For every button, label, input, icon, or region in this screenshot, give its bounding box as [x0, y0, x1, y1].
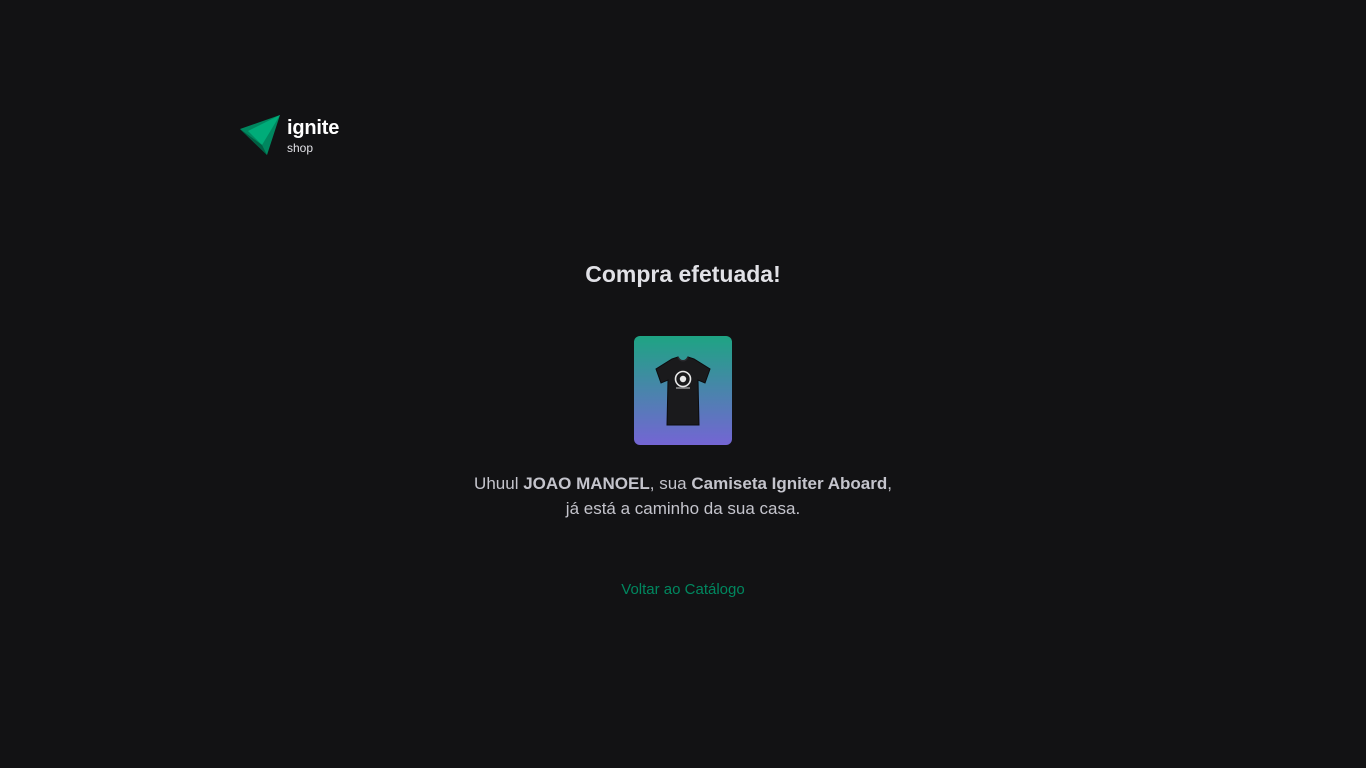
- message-middle: , sua: [649, 474, 692, 493]
- message-suffix: ,: [887, 474, 892, 493]
- header: ignite shop: [240, 115, 339, 157]
- message-line2: já está a caminho da sua casa.: [565, 499, 801, 518]
- product-image-container: [634, 336, 732, 445]
- customer-name: JOAO MANOEL: [523, 474, 650, 493]
- logo[interactable]: ignite shop: [287, 118, 339, 154]
- logo-subtitle: shop: [287, 141, 314, 155]
- message-prefix: Uhuul: [474, 474, 524, 493]
- logo-title: ignite: [287, 117, 340, 139]
- product-name: Camiseta Igniter Aboard: [691, 474, 888, 493]
- success-page: ignite shop Compra efetuada! Uhuul JOAO …: [0, 0, 1366, 768]
- success-container: Compra efetuada! Uhuul JOAO MANOEL, sua …: [0, 258, 1366, 598]
- back-to-catalog-link[interactable]: Voltar ao Catálogo: [621, 581, 744, 598]
- tshirt-icon: [655, 355, 711, 425]
- success-message: Uhuul JOAO MANOEL, sua Camiseta Igniter …: [474, 471, 892, 521]
- triangle-logo-icon: [240, 115, 280, 155]
- page-title: Compra efetuada!: [585, 261, 781, 287]
